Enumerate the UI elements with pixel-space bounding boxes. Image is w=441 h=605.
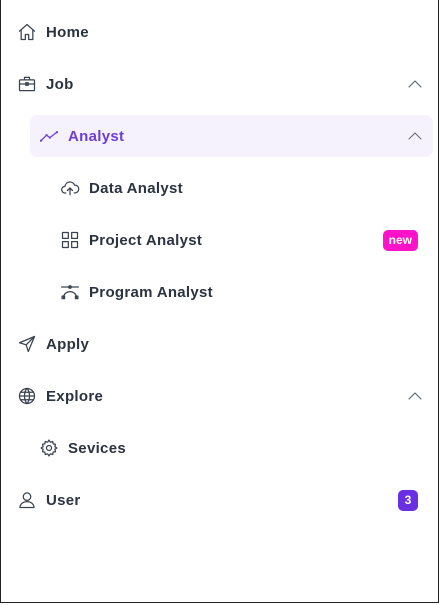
new-badge: new [382,229,418,251]
nav-item-data-analyst[interactable]: Data Analyst [60,167,427,209]
nav-item-label: Explore [46,387,104,405]
grid-icon [60,230,80,250]
chevron-up-icon[interactable] [406,127,424,145]
home-icon [17,22,37,42]
chevron-up-icon[interactable] [406,75,424,93]
trend-line-icon [39,126,59,146]
nav-item-user[interactable]: User 3 [17,479,440,521]
nav-item-project-analyst[interactable]: Project Analyst new [60,219,440,261]
nav-item-label: Job [46,75,74,93]
bezier-curve-icon [60,282,80,302]
user-icon [17,490,37,510]
nav-item-label: Program Analyst [89,283,213,301]
nav-item-services[interactable]: Sevices [39,427,427,469]
nav-item-label: Analyst [68,127,125,145]
nav-item-label: Apply [46,335,90,353]
briefcase-icon [17,74,37,94]
nav-item-label: Home [46,23,89,41]
nav-item-label: Project Analyst [89,231,203,249]
nav-item-explore[interactable]: Explore [17,375,440,417]
nav-item-program-analyst[interactable]: Program Analyst [60,271,427,313]
cloud-upload-icon [60,178,80,198]
sidebar-nav: Home Job Analyst Data Analyst Project An… [0,0,439,603]
gear-icon [39,438,59,458]
nav-item-home[interactable]: Home [17,11,427,53]
nav-item-label: User [46,491,81,509]
chevron-up-icon[interactable] [406,387,424,405]
nav-item-apply[interactable]: Apply [17,323,427,365]
globe-icon [17,386,37,406]
count-badge: 3 [398,489,418,511]
send-icon [17,334,37,354]
nav-item-job[interactable]: Job [17,63,440,105]
nav-item-analyst[interactable]: Analyst [30,115,433,157]
nav-item-label: Sevices [68,439,126,457]
nav-item-label: Data Analyst [89,179,183,197]
